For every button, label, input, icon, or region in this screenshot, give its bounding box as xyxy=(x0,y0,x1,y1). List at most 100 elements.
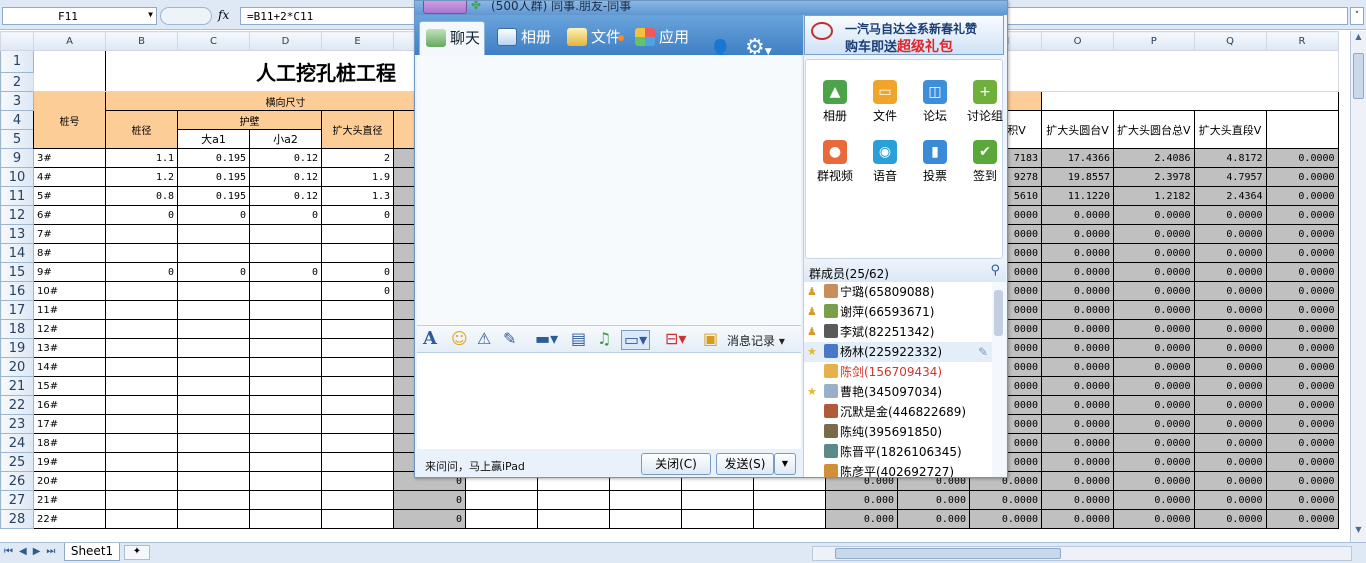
member-scroll-thumb[interactable] xyxy=(994,290,1003,336)
cell[interactable] xyxy=(465,509,538,529)
cell[interactable]: 0.0000 xyxy=(1193,509,1267,529)
cell[interactable]: 0.0000 xyxy=(1265,205,1339,225)
column-header[interactable]: E xyxy=(321,31,394,51)
cell[interactable]: 0 xyxy=(321,281,394,301)
row-header[interactable]: 16 xyxy=(0,281,34,301)
cell[interactable] xyxy=(177,509,250,529)
horizontal-scrollbar[interactable] xyxy=(812,546,1352,561)
message-input[interactable] xyxy=(417,353,801,449)
row-header[interactable]: 21 xyxy=(0,376,34,396)
cell[interactable]: 0.0000 xyxy=(1265,319,1339,339)
header-small-a2[interactable]: 小a2 xyxy=(249,129,322,149)
cell[interactable]: 0.0000 xyxy=(1041,433,1114,453)
header-wall[interactable]: 护壁 xyxy=(177,110,322,130)
cell[interactable] xyxy=(105,300,178,320)
cell[interactable] xyxy=(609,509,682,529)
member-item[interactable]: ♟ 宁璐(65809088) xyxy=(804,282,992,302)
cell[interactable]: 0.0000 xyxy=(1041,471,1114,491)
cell[interactable] xyxy=(321,300,394,320)
cell[interactable]: 0.0000 xyxy=(1041,395,1114,415)
send-button[interactable]: 发送(S) xyxy=(716,453,774,475)
row-header[interactable]: 14 xyxy=(0,243,34,263)
history-icon[interactable]: ▣ xyxy=(703,330,718,348)
row-header[interactable]: 25 xyxy=(0,452,34,472)
ad-banner[interactable]: 一汽马自达全系新春礼赞 购车即送超级礼包 xyxy=(804,15,1004,55)
vertical-scrollbar[interactable]: ▲ ▼ xyxy=(1350,31,1366,542)
member-item[interactable]: 陈纯(395691850) xyxy=(804,422,992,442)
cell[interactable] xyxy=(537,490,610,510)
cell[interactable]: 2.4086 xyxy=(1113,148,1195,168)
cell[interactable] xyxy=(177,395,250,415)
cell[interactable]: 0.0000 xyxy=(1041,281,1114,301)
cell[interactable]: 13# xyxy=(33,338,106,358)
cell[interactable]: 0.0000 xyxy=(1265,433,1339,453)
cell[interactable]: 0.0000 xyxy=(1193,452,1267,472)
cell[interactable]: 0 xyxy=(321,262,394,282)
cell[interactable]: 0.195 xyxy=(177,186,250,206)
cell[interactable]: 0.0000 xyxy=(1041,452,1114,472)
cell[interactable]: 0.8 xyxy=(105,186,178,206)
cell[interactable]: 2.3978 xyxy=(1113,167,1195,187)
cell[interactable]: 0.0000 xyxy=(969,509,1042,529)
cell[interactable] xyxy=(177,243,250,263)
cell[interactable] xyxy=(321,319,394,339)
tab-apps[interactable]: 应用 xyxy=(629,21,689,55)
cell[interactable]: 0.195 xyxy=(177,167,250,187)
app-item[interactable]: ▭ 文件 xyxy=(860,80,910,136)
cell[interactable] xyxy=(249,281,322,301)
cell[interactable]: 4# xyxy=(33,167,106,187)
shake-icon[interactable]: ⚠ xyxy=(477,330,491,348)
cell[interactable] xyxy=(249,338,322,358)
message-history[interactable] xyxy=(417,55,801,325)
cell[interactable]: 0.0000 xyxy=(1193,262,1267,282)
cell[interactable]: 0.12 xyxy=(249,186,322,206)
cell[interactable]: 0.0000 xyxy=(1113,376,1195,396)
header-pile-dia[interactable]: 桩径 xyxy=(105,110,178,149)
cell[interactable] xyxy=(249,243,322,263)
cell[interactable]: 6# xyxy=(33,205,106,225)
row-header[interactable]: 3 xyxy=(0,91,34,111)
header-head-straight-v[interactable]: 扩大头直段V xyxy=(1193,110,1267,149)
cell[interactable] xyxy=(321,414,394,434)
cell[interactable]: 0.0000 xyxy=(1193,319,1267,339)
tab-chat[interactable]: 聊天 xyxy=(419,21,485,55)
sheet-nav-buttons[interactable]: ⏮◀▶⏭ xyxy=(4,546,61,557)
cell[interactable]: 0.0000 xyxy=(1041,414,1114,434)
scroll-up-icon[interactable]: ▲ xyxy=(1352,32,1365,48)
cell[interactable]: 0.0000 xyxy=(1193,395,1267,415)
select-all-corner[interactable] xyxy=(0,31,34,51)
header-head-round-total-v[interactable]: 扩大头圆台总V xyxy=(1113,110,1195,149)
cell[interactable]: 0.0000 xyxy=(1265,167,1339,187)
cell[interactable]: 0.0000 xyxy=(1265,281,1339,301)
cell[interactable]: 0.0000 xyxy=(1265,186,1339,206)
cell[interactable]: 0.0000 xyxy=(1113,243,1195,263)
cell[interactable] xyxy=(609,490,682,510)
member-item[interactable]: ♟ 李斌(82251342) xyxy=(804,322,992,342)
cell[interactable]: 0.0000 xyxy=(1265,262,1339,282)
promo-link[interactable]: 来问问，马上赢iPad xyxy=(425,458,525,474)
cell[interactable] xyxy=(249,395,322,415)
header-big-a1[interactable]: 大a1 xyxy=(177,129,250,149)
cell[interactable]: 1.2182 xyxy=(1113,186,1195,206)
cell[interactable] xyxy=(321,433,394,453)
cell[interactable]: 0.0000 xyxy=(1193,414,1267,434)
cell[interactable]: 0.0000 xyxy=(1113,452,1195,472)
cell[interactable] xyxy=(105,357,178,377)
cell[interactable]: 0.0000 xyxy=(1113,414,1195,434)
cell[interactable] xyxy=(321,490,394,510)
cell[interactable]: 0.0000 xyxy=(1041,509,1114,529)
cell[interactable] xyxy=(537,509,610,529)
column-header[interactable]: O xyxy=(1041,31,1114,51)
row-header[interactable]: 13 xyxy=(0,224,34,244)
tab-sheet1[interactable]: Sheet1 xyxy=(64,543,120,561)
cell[interactable] xyxy=(105,281,178,301)
cell[interactable] xyxy=(177,376,250,396)
music-icon[interactable]: ♫ xyxy=(597,330,611,348)
expand-formula-bar-button[interactable]: ˅ xyxy=(1350,7,1364,25)
cell[interactable]: 0 xyxy=(177,262,250,282)
member-item[interactable]: 陈晋平(1826106345) xyxy=(804,442,992,462)
cell[interactable]: 0.0000 xyxy=(1113,509,1195,529)
cell[interactable] xyxy=(249,509,322,529)
cell[interactable] xyxy=(681,490,754,510)
search-icon[interactable]: ⚲ xyxy=(990,263,1000,278)
